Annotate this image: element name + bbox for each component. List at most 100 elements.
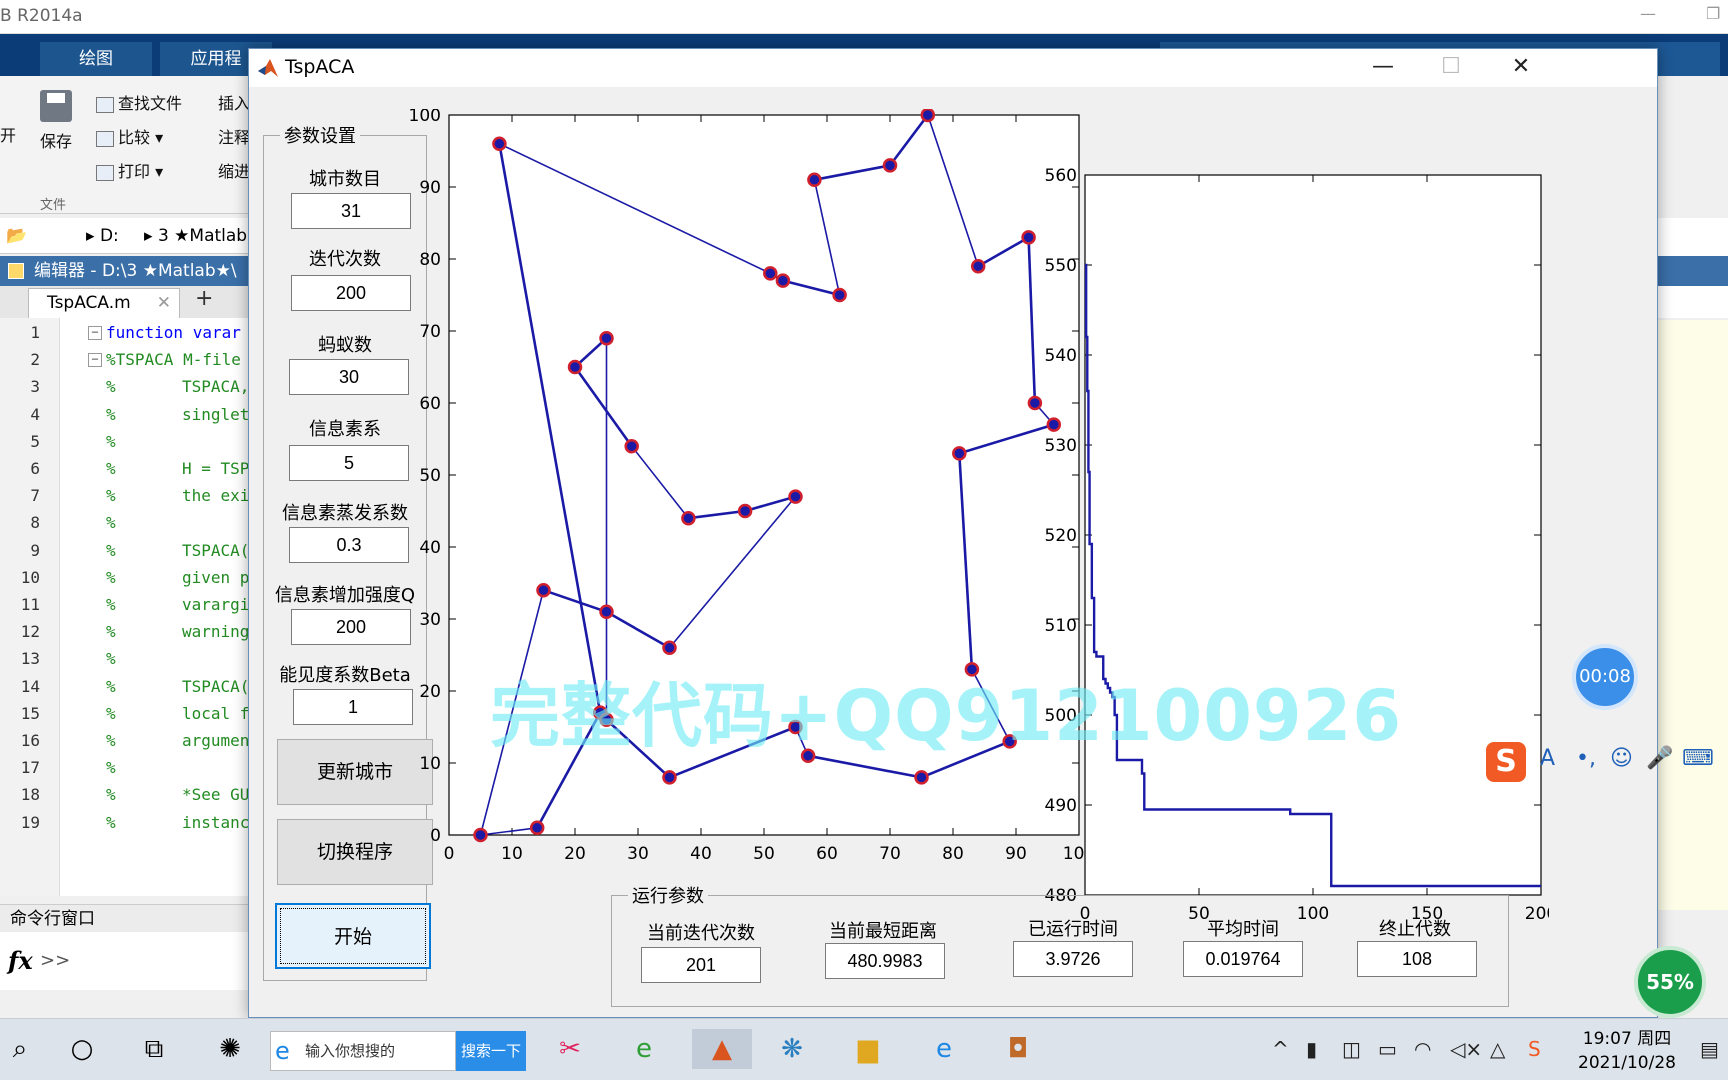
evaporation-input[interactable] — [289, 527, 409, 563]
minimize-button[interactable]: — — [1353, 51, 1413, 83]
ime-chinese-mode-icon[interactable]: A — [1540, 746, 1555, 771]
iterations-input[interactable] — [291, 275, 411, 311]
notification-icon[interactable]: ▤ — [1700, 1037, 1719, 1061]
print-button[interactable]: 打印 ▾ — [96, 158, 163, 182]
avg-time-output — [1183, 941, 1303, 977]
code-line: 10% given p — [0, 563, 260, 593]
comment-marker: % — [106, 404, 116, 424]
compare-icon — [96, 130, 114, 147]
folder-icon[interactable]: 📂 — [6, 226, 27, 246]
ants-input[interactable] — [289, 359, 409, 395]
visibility-beta-input[interactable] — [293, 689, 413, 725]
tray-volume-icon[interactable]: ◁× — [1450, 1037, 1482, 1061]
cortana-icon[interactable]: ○ — [62, 1029, 102, 1069]
comment-marker: % — [106, 676, 116, 696]
ime-keyboard-icon[interactable]: ⌨ — [1682, 746, 1714, 771]
browser-e-icon[interactable]: e — [624, 1029, 664, 1069]
code-text: the exi — [182, 486, 250, 506]
window-titlebar: TspACA — ☐ ✕ — [249, 49, 1657, 87]
taskbar-search-button[interactable]: 搜索一下 — [456, 1031, 526, 1071]
save-icon[interactable] — [40, 90, 72, 122]
store-app-icon[interactable]: ◘ — [998, 1029, 1038, 1069]
taskbar-search-box[interactable]: e 输入你想搜的 — [270, 1031, 456, 1071]
network-app-icon[interactable]: ❋ — [772, 1029, 812, 1069]
recording-timer[interactable]: 00:08 — [1572, 644, 1638, 710]
speed-badge[interactable]: 55% — [1634, 946, 1706, 1018]
pinwheel-app-icon[interactable]: ✺ — [210, 1029, 250, 1069]
code-line: 18% *See GU — [0, 780, 260, 810]
fold-toggle-icon[interactable]: − — [88, 326, 102, 340]
path-drive[interactable]: ▸ D: — [86, 226, 119, 246]
ie-browser-icon[interactable]: e — [924, 1029, 964, 1069]
pheromone-q-input[interactable] — [291, 609, 411, 645]
city-point — [763, 266, 778, 281]
ime-voice-icon[interactable]: 🎤 — [1646, 746, 1673, 771]
command-window[interactable]: fx >> — [0, 932, 260, 990]
code-editor[interactable]: 1 − function varar 2 − %TSPACA M-file 3% TSPACA… — [0, 318, 260, 896]
comment-button[interactable]: 注释 — [218, 124, 250, 148]
close-tab-icon[interactable]: ✕ — [157, 289, 171, 317]
file-explorer-icon[interactable]: ▆ — [848, 1029, 888, 1069]
code-text: H = TSP — [182, 459, 250, 478]
tray-app-icon[interactable]: ◫ — [1342, 1037, 1361, 1061]
indent-button[interactable]: 缩进 — [218, 158, 250, 182]
code-line: 12% warning — [0, 617, 260, 647]
y-tick-label: 20 — [419, 682, 441, 702]
line-number: 18 — [20, 785, 40, 805]
x-tick-label: 0 — [444, 844, 455, 864]
city-point — [807, 172, 822, 188]
taskbar-clock[interactable]: 19:07 周四 2021/10/28 — [1572, 1027, 1682, 1075]
run-params-group-title: 运行参数 — [628, 882, 708, 908]
editor-tab-file[interactable]: TspACA.m ✕ — [28, 288, 180, 318]
tray-chevron-icon[interactable]: ^ — [1272, 1037, 1289, 1061]
city-point — [1027, 395, 1043, 411]
tab-plots[interactable]: 绘图 — [40, 42, 152, 76]
find-files-button[interactable]: 查找文件 — [96, 90, 182, 114]
x-tick-label: 10 — [501, 844, 523, 864]
city-point — [832, 287, 847, 303]
tray-wifi-icon[interactable]: ◠ — [1414, 1037, 1431, 1061]
tray-mic-icon[interactable]: ▮ — [1306, 1037, 1317, 1061]
ime-punctuation-icon[interactable]: •, — [1576, 746, 1596, 771]
x-tick-label: 60 — [816, 844, 838, 864]
matlab-titlebar: B R2014a — ❐ — [0, 0, 1728, 34]
city-count-input[interactable] — [291, 193, 411, 229]
search-icon[interactable]: ⌕ — [0, 1029, 40, 1069]
close-button[interactable]: ✕ — [1491, 51, 1551, 83]
code-text: warning — [182, 622, 250, 642]
comment-marker: % — [106, 540, 116, 560]
scissors-app-icon[interactable]: ✂ — [550, 1029, 590, 1069]
new-tab-icon[interactable]: + — [195, 286, 213, 311]
save-button[interactable]: 保存 — [40, 128, 72, 152]
code-line: 5% — [0, 427, 260, 457]
city-point — [914, 770, 929, 785]
fx-icon[interactable]: fx — [8, 946, 33, 975]
tsp-route-chart: 0 10 20 30 40 50 60 70 80 90 100 0 10 20 30 40 50 60 70 80 9… — [409, 109, 1095, 864]
sogou-logo-icon[interactable]: S — [1486, 742, 1526, 782]
code-line: 4% singlet — [0, 400, 260, 430]
tray-sogou-icon[interactable]: S — [1528, 1037, 1541, 1061]
editor-titlebar: 编辑器 - D:\3 ★Matlab★\ — [0, 256, 260, 286]
command-window-title: 命令行窗口 — [0, 904, 260, 932]
matlab-minimize-icon[interactable]: — — [1640, 4, 1656, 23]
comment-marker: % — [106, 513, 116, 533]
clock-time: 19:07 周四 — [1582, 1029, 1672, 1049]
pheromone-coef-input[interactable] — [289, 445, 409, 481]
matlab-restore-icon[interactable]: ❐ — [1706, 4, 1720, 23]
tray-network-icon[interactable]: △ — [1490, 1037, 1505, 1061]
line-number: 10 — [20, 567, 40, 587]
code-text: local f — [182, 703, 250, 723]
open-button[interactable]: 开 — [0, 122, 16, 146]
compare-button[interactable]: 比较 ▾ — [96, 124, 163, 148]
fold-toggle-icon[interactable]: − — [88, 353, 102, 368]
elapsed-label: 已运行时间 — [1028, 919, 1118, 940]
x-tick-label: 40 — [690, 844, 712, 864]
task-view-icon[interactable]: ⧉ — [134, 1029, 174, 1069]
insert-button[interactable]: 插入 — [218, 90, 250, 114]
path-folder[interactable]: ▸ 3 ★Matlab — [144, 226, 247, 246]
ime-emoji-icon[interactable]: ☺ — [1610, 746, 1633, 771]
code-text: given p — [182, 567, 250, 587]
matlab-taskbar-icon[interactable]: ▲ — [692, 1029, 752, 1069]
tray-battery-icon[interactable]: ▭ — [1378, 1037, 1397, 1061]
maximize-button[interactable]: ☐ — [1421, 51, 1481, 83]
